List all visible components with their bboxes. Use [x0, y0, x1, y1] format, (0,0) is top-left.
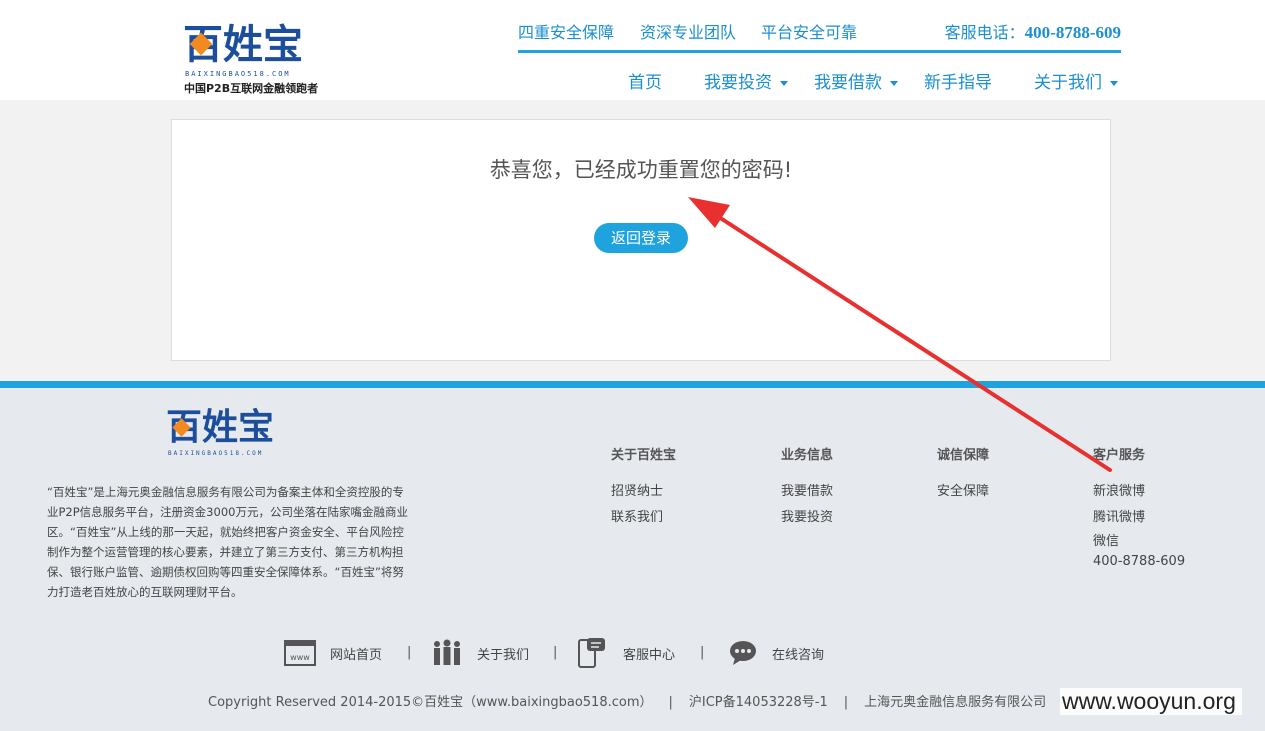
reset-success-panel: 恭喜您，已经成功重置您的密码! 返回登录: [171, 119, 1111, 361]
service-phone: 客服电话：400-8788-609: [944, 23, 1121, 42]
separator: |: [407, 645, 412, 660]
footer-column-about: 关于百姓宝 招贤纳士 联系我们: [611, 444, 676, 534]
logo-slogan: 中国P2B互联网金融领跑者: [184, 82, 319, 95]
success-message: 恭喜您，已经成功重置您的密码!: [489, 158, 793, 182]
feature-team: 资深专业团队: [640, 23, 737, 42]
browser-window-icon: www: [284, 640, 316, 666]
nav-about[interactable]: 关于我们: [1034, 68, 1118, 93]
svg-text:www: www: [290, 653, 310, 662]
mobile-chat-icon: [578, 638, 605, 668]
chevron-down-icon: [780, 80, 788, 86]
separator: |: [668, 695, 673, 710]
people-group-icon: [434, 639, 460, 665]
chevron-down-icon: [890, 80, 898, 86]
footer-about-link[interactable]: 关于我们: [431, 635, 529, 671]
footer-column-title: 客户服务: [1093, 448, 1146, 463]
footer-service-phone: 400-8788-609: [1093, 554, 1186, 569]
company-name: 上海元奥金融信息服务有限公司: [864, 695, 1047, 710]
footer-link-tencent-weibo[interactable]: 腾讯微博: [1093, 508, 1185, 534]
feature-bar: 四重安全保障 资深专业团队 平台安全可靠 客服电话：400-8788-609: [518, 16, 1121, 53]
footer-column-title: 诚信保障: [937, 448, 990, 463]
separator: |: [843, 695, 849, 710]
footer-column-title: 业务信息: [781, 448, 834, 463]
footer-column-service: 客户服务 新浪微博 腾讯微博 微信 400-8788-609: [1093, 444, 1185, 574]
footer-link-bar: www 网站首页 | 关于我们 | 客服中心 | 在线咨询: [0, 635, 1265, 671]
feature-reliable: 平台安全可靠: [761, 23, 858, 42]
footer-link-security[interactable]: 安全保障: [937, 482, 989, 508]
watermark: www.wooyun.org: [1060, 688, 1242, 715]
footer-chat-link[interactable]: 在线咨询: [728, 635, 824, 671]
site-header: 百姓宝 BAIXINGBAO518.COM 中国P2B互联网金融领跑者 四重安全…: [0, 0, 1265, 100]
footer-logo-domain: BAIXINGBAO518.COM: [168, 450, 264, 457]
separator: |: [700, 645, 705, 660]
nav-guide[interactable]: 新手指导: [924, 68, 992, 93]
footer-column-business: 业务信息 我要借款 我要投资: [781, 444, 833, 534]
footer-link-sina-weibo[interactable]: 新浪微博: [1093, 482, 1185, 508]
footer-home-link[interactable]: www 网站首页: [284, 635, 382, 671]
footer-link-contact[interactable]: 联系我们: [611, 508, 676, 534]
footer-column-trust: 诚信保障 安全保障: [937, 444, 989, 508]
back-to-login-button[interactable]: 返回登录: [594, 223, 688, 253]
chevron-down-icon: [1110, 80, 1118, 86]
nav-borrow[interactable]: 我要借款: [814, 68, 898, 93]
footer-column-title: 关于百姓宝: [611, 448, 677, 463]
site-footer: 百姓宝 BAIXINGBAO518.COM “百姓宝”是上海元奥金融信息服务有限…: [0, 381, 1265, 731]
company-description: “百姓宝”是上海元奥金融信息服务有限公司为备案主体和全资控股的专业P2P信息服务…: [47, 485, 408, 599]
nav-invest[interactable]: 我要投资: [704, 68, 788, 93]
footer-link-borrow[interactable]: 我要借款: [781, 482, 833, 508]
footer-service-link[interactable]: 客服中心: [577, 635, 675, 671]
footer-link-wechat[interactable]: 微信: [1093, 534, 1185, 554]
site-logo[interactable]: 百姓宝 BAIXINGBAO518.COM 中国P2B互联网金融领跑者: [183, 22, 323, 96]
icp-number: 沪ICP备14053228号-1: [688, 695, 828, 710]
copyright-text: Copyright Reserved 2014-2015©百姓宝（www.bai…: [208, 695, 653, 710]
copyright-line: Copyright Reserved 2014-2015©百姓宝（www.bai…: [208, 691, 1046, 710]
footer-link-careers[interactable]: 招贤纳士: [611, 482, 676, 508]
footer-logo[interactable]: 百姓宝 BAIXINGBAO518.COM: [166, 408, 292, 464]
footer-link-invest[interactable]: 我要投资: [781, 508, 833, 534]
feature-security: 四重安全保障: [518, 23, 615, 42]
logo-domain: BAIXINGBAO518.COM: [185, 70, 291, 78]
separator: |: [553, 645, 558, 660]
chat-bubble-icon: [730, 641, 756, 665]
nav-home[interactable]: 首页: [628, 68, 662, 93]
